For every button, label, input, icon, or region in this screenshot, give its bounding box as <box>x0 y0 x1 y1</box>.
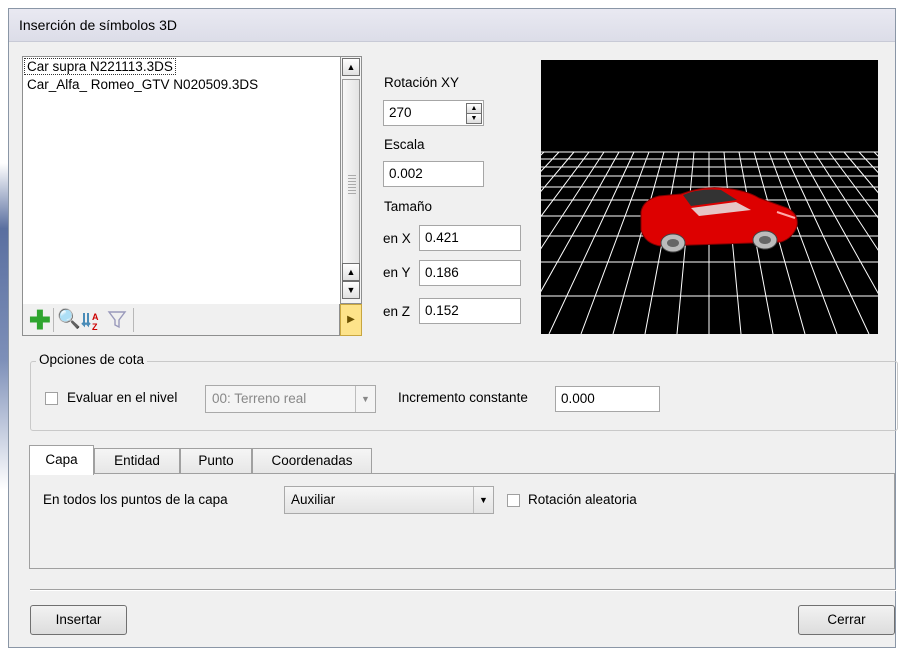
model-preview[interactable] <box>541 60 878 334</box>
rotation-label: Rotación XY <box>384 75 460 90</box>
title-bar: Inserción de símbolos 3D <box>9 9 895 42</box>
level-select[interactable]: 00: Terreno real ▼ <box>205 385 376 413</box>
list-toolbar: ✚ 🔍 AZ <box>22 304 340 336</box>
list-item[interactable]: Car supra N221113.3DS <box>24 58 176 75</box>
level-select-value: 00: Terreno real <box>212 391 307 406</box>
scroll-up-button[interactable]: ▲ <box>342 58 360 76</box>
filter-icon[interactable] <box>107 310 127 330</box>
size-label: Tamaño <box>384 199 433 214</box>
scale-label: Escala <box>384 137 425 152</box>
rotation-value: 270 <box>389 105 412 120</box>
rotation-spinbox[interactable]: 270 ▲ ▼ <box>383 100 484 126</box>
points-layer-label: En todos los puntos de la capa <box>43 492 228 507</box>
close-button[interactable]: Cerrar <box>798 605 895 635</box>
scroll-up-button[interactable]: ▲ <box>342 263 360 281</box>
evaluate-level-checkbox[interactable] <box>45 392 58 405</box>
list-scrollbar[interactable]: ▲ ▲ ▼ <box>340 56 362 304</box>
play-arrow-icon[interactable]: ▶ <box>340 304 362 336</box>
layer-select-value: Auxiliar <box>291 492 336 507</box>
size-y-input[interactable]: 0.186 <box>419 260 521 286</box>
random-rotation-label: Rotación aleatoria <box>528 492 637 507</box>
scale-input[interactable]: 0.002 <box>383 161 484 187</box>
tab-coordenadas[interactable]: Coordenadas <box>252 448 372 474</box>
divider <box>30 589 896 591</box>
spin-down-icon[interactable]: ▼ <box>466 113 482 124</box>
background-strip <box>0 0 8 653</box>
size-z-input[interactable]: 0.152 <box>419 298 521 324</box>
zoom-icon[interactable]: 🔍 <box>57 310 81 330</box>
cota-options-legend: Opciones de cota <box>36 352 148 367</box>
random-rotation-checkbox[interactable] <box>507 494 520 507</box>
symbol-list[interactable]: Car supra N221113.3DS Car_Alfa_ Romeo_GT… <box>22 56 342 306</box>
increment-input[interactable]: 0.000 <box>555 386 660 412</box>
chevron-down-icon: ▼ <box>355 386 375 412</box>
chevron-down-icon: ▼ <box>473 487 493 513</box>
window-title: Inserción de símbolos 3D <box>19 17 177 33</box>
evaluate-level-label: Evaluar en el nivel <box>67 390 178 405</box>
size-y-label: en Y <box>383 265 411 280</box>
scroll-down-button[interactable]: ▼ <box>342 281 360 299</box>
size-x-label: en X <box>383 231 411 246</box>
increment-label: Incremento constante <box>398 390 528 405</box>
tab-entidad[interactable]: Entidad <box>94 448 180 474</box>
sort-az-icon[interactable]: AZ <box>81 310 101 332</box>
svg-text:Z: Z <box>92 322 98 332</box>
layer-select[interactable]: Auxiliar ▼ <box>284 486 494 514</box>
scroll-thumb[interactable] <box>342 79 360 281</box>
svg-text:A: A <box>92 312 99 322</box>
preview-grid <box>541 151 878 334</box>
add-icon[interactable]: ✚ <box>29 307 51 333</box>
size-x-input[interactable]: 0.421 <box>419 225 521 251</box>
tab-punto[interactable]: Punto <box>180 448 252 474</box>
car-model-icon <box>640 187 798 253</box>
insert-button[interactable]: Insertar <box>30 605 127 635</box>
size-z-label: en Z <box>383 304 411 319</box>
list-item[interactable]: Car_Alfa_ Romeo_GTV N020509.3DS <box>27 77 258 92</box>
tab-capa[interactable]: Capa <box>29 445 94 475</box>
